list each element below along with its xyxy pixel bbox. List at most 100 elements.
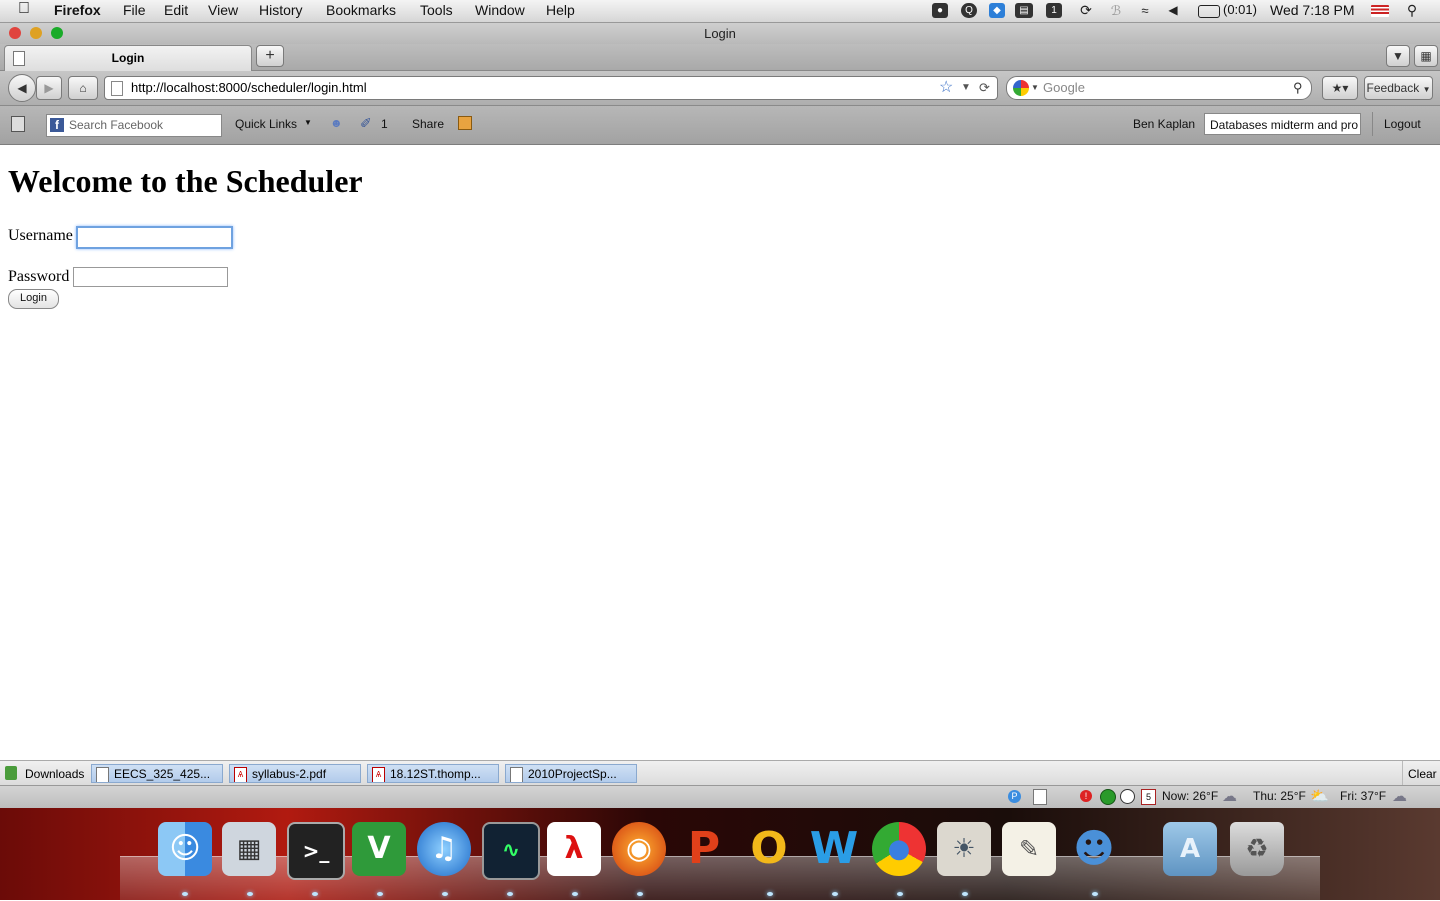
bookmarks-menu-button[interactable]: ★▾ xyxy=(1322,76,1358,100)
apple-menu-icon[interactable]:  xyxy=(18,0,30,18)
battery-icon[interactable] xyxy=(1198,5,1220,18)
powerpoint-icon[interactable]: P xyxy=(677,822,731,876)
volume-icon[interactable]: ◀ xyxy=(1165,3,1181,18)
menu-history[interactable]: History xyxy=(259,2,303,18)
activity-monitor-icon[interactable]: ∿ xyxy=(482,822,540,880)
tab-login[interactable]: Login xyxy=(4,45,252,71)
trash-icon[interactable]: ♻ xyxy=(1230,822,1284,876)
facebook-search-input[interactable]: f Search Facebook xyxy=(46,114,222,137)
running-indicator xyxy=(312,892,318,896)
menu-edit[interactable]: Edit xyxy=(164,2,188,18)
menu-tools[interactable]: Tools xyxy=(420,2,453,18)
facebook-search-placeholder: Search Facebook xyxy=(69,118,164,132)
share-button[interactable]: Share xyxy=(412,117,444,131)
addon-statusbar: P ! 5 Now: 26°F ☁ Thu: 25°F ⛅ Fri: 37°F … xyxy=(0,785,1440,808)
window-titlebar: Login xyxy=(0,23,1440,44)
sidebar-toggle-icon[interactable] xyxy=(11,116,25,132)
vim-icon[interactable]: V xyxy=(352,822,406,876)
weather-now[interactable]: Now: 26°F xyxy=(1162,789,1218,803)
tab-groups-button[interactable]: ▦ xyxy=(1414,45,1438,67)
close-window-button[interactable] xyxy=(9,27,21,39)
login-button[interactable]: Login xyxy=(8,289,59,309)
applications-folder-icon[interactable]: A xyxy=(1163,822,1217,876)
url-bar[interactable]: http://localhost:8000/scheduler/login.ht… xyxy=(104,76,998,100)
menu-help[interactable]: Help xyxy=(546,2,575,18)
tab-list-icon: ▼ xyxy=(1392,49,1404,63)
forward-button[interactable]: ▶ xyxy=(36,76,62,100)
pagerank-icon[interactable]: P xyxy=(1008,790,1021,803)
toolbar-divider xyxy=(1372,112,1373,136)
memory-tray-icon[interactable]: ▤ xyxy=(1015,3,1033,18)
iphoto-icon[interactable]: ☀ xyxy=(937,822,991,876)
clock-icon[interactable] xyxy=(1120,789,1135,804)
google-engine-icon[interactable] xyxy=(1013,80,1029,96)
terminal-icon[interactable]: >_ xyxy=(287,822,345,880)
url-history-dropdown-icon[interactable]: ▼ xyxy=(961,77,971,99)
notifications-icon[interactable]: ✐ xyxy=(360,115,372,132)
textedit-icon[interactable]: ✎ xyxy=(1002,822,1056,876)
firefox-icon[interactable]: ◉ xyxy=(612,822,666,876)
password-input[interactable] xyxy=(73,267,228,287)
new-tab-button[interactable]: + xyxy=(256,45,284,67)
facebook-logout-button[interactable]: Logout xyxy=(1384,117,1421,131)
share-icon[interactable] xyxy=(458,116,472,130)
menu-file[interactable]: File xyxy=(123,2,146,18)
home-button[interactable]: ⌂ xyxy=(68,76,98,100)
feedback-button[interactable]: Feedback ▼ xyxy=(1364,76,1433,100)
clear-downloads-button[interactable]: Clear xyxy=(1408,767,1437,781)
menubar-clock[interactable]: Wed 7:18 PM xyxy=(1270,2,1355,18)
facebook-user-name[interactable]: Ben Kaplan xyxy=(1133,117,1195,131)
status-update-input[interactable]: Databases midterm and pro xyxy=(1204,113,1361,135)
status-ok-icon[interactable] xyxy=(1100,789,1116,805)
acrobat-icon[interactable]: λ xyxy=(547,822,601,876)
download-item[interactable]: EECS_325_425... xyxy=(91,764,223,783)
download-item[interactable]: Ѧ syllabus-2.pdf xyxy=(229,764,361,783)
alert-icon[interactable]: ! xyxy=(1080,790,1092,802)
download-item[interactable]: Ѧ 18.12ST.thomp... xyxy=(367,764,499,783)
back-button[interactable]: ◀ xyxy=(8,74,36,102)
input-flag-icon[interactable] xyxy=(1371,5,1389,17)
adium-icon[interactable]: ☻ xyxy=(1067,822,1121,876)
dashboard-icon[interactable]: ▦ xyxy=(222,822,276,876)
chrome-icon[interactable]: ● xyxy=(872,822,926,876)
site-identity-icon[interactable] xyxy=(111,81,123,96)
dropbox-tray-icon[interactable]: ◆ xyxy=(989,3,1005,18)
friend-requests-icon[interactable]: ☻ xyxy=(330,116,343,130)
weather-thu[interactable]: Thu: 25°F xyxy=(1253,789,1306,803)
spaces-tray-icon[interactable]: 1 xyxy=(1046,3,1062,18)
monitor-tray-icon[interactable]: ● xyxy=(932,3,948,18)
calendar-icon[interactable]: 5 xyxy=(1141,789,1156,805)
finder-icon[interactable]: ☺ xyxy=(158,822,212,876)
download-item[interactable]: 2010ProjectSp... xyxy=(505,764,637,783)
sync-icon[interactable]: ⟳ xyxy=(1078,3,1094,18)
menu-window[interactable]: Window xyxy=(475,2,525,18)
outlook-icon[interactable]: O xyxy=(742,822,796,876)
search-bar[interactable]: ▼ Google ⚲ xyxy=(1006,76,1312,100)
minimize-window-button[interactable] xyxy=(30,27,42,39)
spotlight-search-icon[interactable]: ⚲ xyxy=(1404,3,1420,18)
bookmark-star-icon[interactable]: ☆ xyxy=(939,77,953,99)
menu-bookmarks[interactable]: Bookmarks xyxy=(326,2,396,18)
quick-links-dropdown-icon[interactable]: ▼ xyxy=(304,118,312,127)
page-info-icon[interactable] xyxy=(1033,789,1047,805)
search-icon[interactable]: ⚲ xyxy=(1293,77,1303,99)
weather-fri[interactable]: Fri: 37°F xyxy=(1340,789,1386,803)
username-input[interactable] xyxy=(76,226,233,249)
downloads-label[interactable]: Downloads xyxy=(25,767,84,781)
downloads-icon[interactable] xyxy=(5,766,17,780)
mac-menubar:  Firefox File Edit View History Bookmar… xyxy=(0,0,1440,23)
quick-links-menu[interactable]: Quick Links xyxy=(235,117,297,131)
engine-dropdown-icon[interactable]: ▼ xyxy=(1031,77,1039,99)
tab-list-button[interactable]: ▼ xyxy=(1386,45,1410,67)
bluetooth-icon[interactable]: ℬ xyxy=(1108,3,1124,18)
wifi-icon[interactable]: ≈ xyxy=(1137,3,1153,18)
quicksilver-tray-icon[interactable]: Q xyxy=(961,3,977,18)
word-icon[interactable]: W xyxy=(807,822,861,876)
username-label: Username xyxy=(8,227,73,244)
itunes-icon[interactable]: ♫ xyxy=(417,822,471,876)
reload-icon[interactable]: ⟳ xyxy=(979,77,990,99)
notifications-count[interactable]: 1 xyxy=(381,117,388,131)
app-menu[interactable]: Firefox xyxy=(54,2,101,18)
menu-view[interactable]: View xyxy=(208,2,238,18)
zoom-window-button[interactable] xyxy=(51,27,63,39)
